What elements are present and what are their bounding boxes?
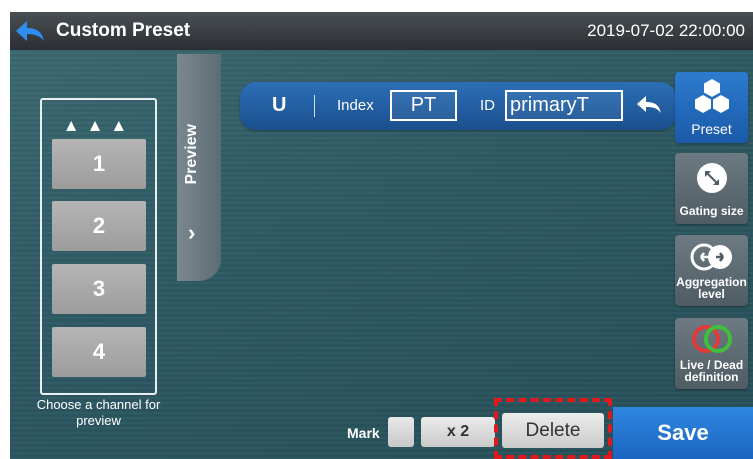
- channel-button-2[interactable]: 2: [52, 201, 146, 251]
- index-label: Index: [337, 97, 374, 114]
- channel-panel: ▲▲▲ 1 2 3 4: [40, 98, 157, 395]
- save-button[interactable]: Save: [613, 407, 753, 459]
- red-green-rings-icon: [691, 325, 732, 353]
- preset-info-bar: U Index PT ID primaryT: [240, 82, 676, 130]
- divider: [314, 95, 315, 117]
- back-arrow-icon: [16, 21, 44, 41]
- hexagon-cluster-icon: [694, 79, 729, 113]
- mark-label: Mark: [347, 425, 380, 441]
- aggregation-level-button[interactable]: Aggregation level: [675, 235, 748, 306]
- top-bar: Custom Preset 2019-07-02 22:00:00: [10, 12, 753, 50]
- id-field[interactable]: primaryT: [505, 90, 623, 121]
- undo-button[interactable]: [636, 93, 662, 119]
- undo-arrow-icon: [637, 96, 661, 113]
- expand-circle-icon: [696, 163, 727, 193]
- x2-button[interactable]: x 2: [421, 417, 495, 447]
- app-screen: Custom Preset 2019-07-02 22:00:00 ▲▲▲ 1 …: [10, 12, 753, 459]
- id-label: ID: [480, 97, 495, 114]
- preset-label: Preset: [691, 121, 732, 137]
- preview-drawer-tab[interactable]: Preview ›: [177, 54, 221, 281]
- channel-button-4[interactable]: 4: [52, 327, 146, 377]
- delete-button[interactable]: Delete: [502, 413, 604, 448]
- channel-scroll-up-button[interactable]: ▲▲▲: [42, 116, 155, 136]
- live-dead-definition-label: Live / Dead definition: [679, 358, 744, 384]
- aggregation-level-label: Aggregation level: [676, 275, 747, 301]
- preview-label: Preview: [183, 124, 200, 185]
- datetime: 2019-07-02 22:00:00: [587, 21, 745, 40]
- index-field[interactable]: PT: [390, 90, 457, 121]
- unit-label: U: [272, 94, 287, 116]
- channel-hint: Choose a channel for preview: [36, 397, 161, 428]
- chevron-right-icon: ›: [188, 220, 196, 245]
- gating-size-label: Gating size: [679, 204, 744, 218]
- channel-button-1[interactable]: 1: [52, 139, 146, 189]
- mark-checkbox[interactable]: [388, 417, 414, 447]
- page-title: Custom Preset: [56, 20, 191, 41]
- back-button[interactable]: [10, 12, 50, 50]
- aggregation-arrows-icon: [690, 243, 732, 271]
- live-dead-definition-button[interactable]: Live / Dead definition: [675, 318, 748, 389]
- channel-button-3[interactable]: 3: [52, 264, 146, 314]
- gating-size-button[interactable]: Gating size: [675, 153, 748, 224]
- preset-button[interactable]: Preset: [675, 72, 748, 143]
